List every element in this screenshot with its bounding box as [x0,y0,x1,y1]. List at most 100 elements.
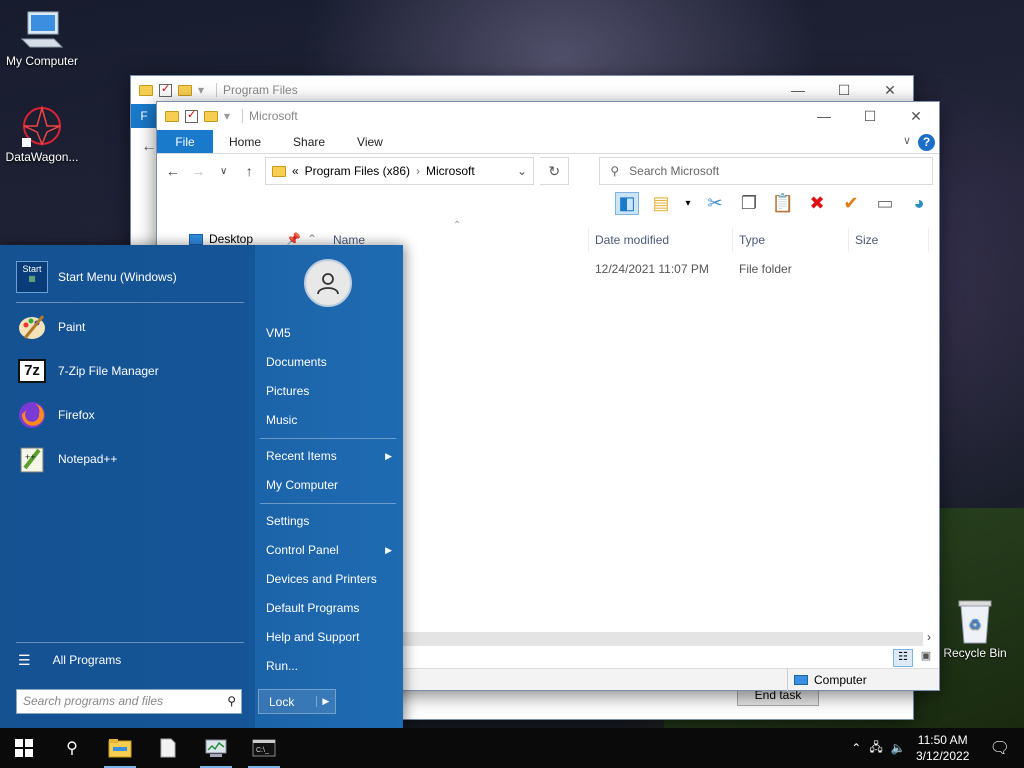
clock-time: 11:50 AM [917,733,968,747]
network-icon[interactable]: 🖧 [869,738,882,759]
chevron-down-icon[interactable]: ∨ [903,134,911,147]
properties-icon[interactable] [185,108,198,123]
clock[interactable]: 11:50 AM 3/12/2022 [914,732,972,764]
lock-button[interactable]: Lock ▶ [258,689,336,714]
volume-icon[interactable]: 🔈 [891,741,906,755]
start-item-settings[interactable]: Settings [266,510,396,532]
lock-options-chevron-icon[interactable]: ▶ [315,696,335,707]
titlebar[interactable]: ▾ Microsoft —☐✕ [157,102,939,130]
copy-icon[interactable]: ❐ [737,193,761,214]
forward-arrow-icon[interactable]: → [188,163,207,179]
paste-icon[interactable]: 📋 [771,193,795,214]
scroll-right-icon[interactable]: › [927,630,931,644]
start-item-label: Recent Items [266,449,337,463]
column-size[interactable]: Size [849,228,929,252]
avatar[interactable] [304,259,352,307]
desktop-icon-label: Recycle Bin [943,646,1007,660]
search-input[interactable]: ⚲ Search Microsoft [599,157,934,185]
start-item-control-panel[interactable]: Control Panel ▶ [266,539,396,561]
cut-icon[interactable]: ✂ [703,193,727,214]
breadcrumb-separator-icon[interactable]: › [416,164,420,178]
nav-pane-desktop[interactable]: Desktop 📌 ⌃ [189,232,317,246]
refresh-button[interactable]: ↻ [540,157,570,185]
program-notepad-plus-plus[interactable]: ++ Notepad++ [16,439,117,479]
tab-share[interactable]: Share [277,130,341,153]
start-item-default-programs[interactable]: Default Programs [266,597,396,619]
desktop-icon-recycle-bin[interactable]: ♻ Recycle Bin [933,600,1017,660]
collapse-icon[interactable]: ⌃ [307,232,317,246]
taskbar-file-explorer[interactable] [96,728,144,768]
tab-file[interactable]: File [157,130,213,153]
taskbar-task-manager[interactable] [192,728,240,768]
ribbon-file-tab[interactable]: F [131,104,157,128]
start-item-documents[interactable]: Documents [266,351,396,373]
taskbar: ⚲ C:\_ ⌃ 🖧 🔈 11:50 AM 3/12/2022 🗨 [0,728,1024,768]
close-button[interactable]: ✕ [867,76,913,104]
start-badge-text: Start [22,264,42,274]
taskbar-search-button[interactable]: ⚲ [48,728,96,768]
desktop-icon-datawagon[interactable]: DataWagon... [0,104,84,164]
new-folder-icon[interactable] [204,110,218,122]
search-placeholder: Search Microsoft [629,164,720,178]
notepad-plus-plus-icon: ++ [16,443,48,475]
tab-view[interactable]: View [341,130,399,153]
help-icon[interactable]: ? [918,134,935,151]
taskbar-command-prompt[interactable]: C:\_ [240,728,288,768]
globe-icon[interactable]: ◕ [907,193,931,214]
rename-icon[interactable]: ▭ [873,193,897,214]
properties-icon[interactable] [159,82,172,97]
start-item-my-computer[interactable]: My Computer [266,474,396,496]
titlebar[interactable]: ▾ Program Files —☐✕ [131,76,913,104]
notifications-icon[interactable]: 🗨 [990,738,1010,758]
all-programs-button[interactable]: ☰ All Programs [18,640,121,680]
start-button[interactable] [0,728,48,768]
start-item-help-and-support[interactable]: Help and Support [266,626,396,648]
column-date-modified[interactable]: Date modified [589,228,733,252]
program-paint[interactable]: Paint [16,307,85,347]
minimize-button[interactable]: — [801,102,847,130]
start-item-music[interactable]: Music [266,409,396,431]
table-row[interactable]: 12/24/2021 11:07 PM File folder [327,257,933,281]
start-search-input[interactable]: Search programs and files ⚲ [16,689,242,714]
address-bar[interactable]: « Program Files (x86) › Microsoft ⌄ [264,157,535,185]
tab-home[interactable]: Home [213,130,277,153]
minimize-button[interactable]: — [775,76,821,104]
start-item-run[interactable]: Run... [266,655,396,677]
back-arrow-icon[interactable]: ← [163,163,182,179]
tiles-glyph: ▦ [28,274,36,283]
new-folder-icon[interactable] [178,84,192,96]
start-item-recent-items[interactable]: Recent Items ▶ [266,445,396,467]
horizontal-scrollbar[interactable] [403,632,923,646]
breadcrumb-overflow[interactable]: « [292,164,299,178]
large-icons-view-icon[interactable]: ▣ [917,649,935,667]
maximize-button[interactable]: ☐ [821,76,867,104]
chevron-down-icon[interactable]: ⌄ [517,164,527,178]
program-firefox[interactable]: Firefox [16,395,95,435]
new-folder-icon[interactable]: ▤ [649,193,673,214]
start-item-devices-and-printers[interactable]: Devices and Printers [266,568,396,590]
dropdown-icon[interactable]: ▾ [683,198,693,209]
start-menu-pinned-item[interactable]: Start ▦ Start Menu (Windows) [16,257,177,297]
dropdown-icon[interactable]: ▾ [198,83,204,97]
dropdown-icon[interactable]: ▾ [224,109,230,123]
up-arrow-icon[interactable]: ↑ [239,163,258,179]
maximize-button[interactable]: ☐ [847,102,893,130]
show-hidden-icons-chevron-icon[interactable]: ⌃ [851,741,861,755]
desktop-icon-my-computer[interactable]: My Computer [0,8,84,68]
close-button[interactable]: ✕ [893,102,939,130]
recent-locations-icon[interactable]: ∨ [214,166,233,177]
breadcrumb-program-files-x86[interactable]: Program Files (x86) [305,164,410,178]
back-arrow-icon[interactable]: ← [141,138,157,156]
column-type[interactable]: Type [733,228,849,252]
start-item-pictures[interactable]: Pictures [266,380,396,402]
breadcrumb-microsoft[interactable]: Microsoft [426,164,475,178]
taskbar-notepad[interactable] [144,728,192,768]
desktop: My Computer DataWagon... ♻ Recycle Bin ▾… [0,0,1024,728]
pin-icon[interactable]: 📌 [286,232,301,246]
program-7zip[interactable]: 7z 7-Zip File Manager [16,351,159,391]
start-item-vm5[interactable]: VM5 [266,322,396,344]
delete-icon[interactable]: ✖ [805,193,829,214]
checkmark-icon[interactable]: ✔ [839,193,863,214]
preview-pane-icon[interactable]: ◧ [615,191,639,215]
details-view-icon[interactable]: ☷ [893,649,913,667]
